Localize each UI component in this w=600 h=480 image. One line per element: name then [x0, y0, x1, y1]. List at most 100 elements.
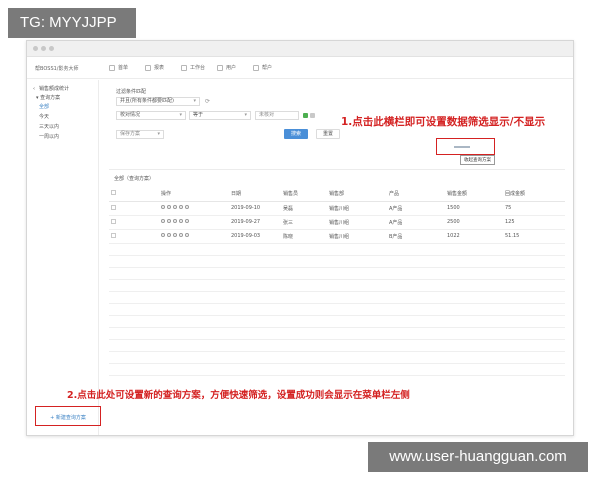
chevron-down-icon: ▾	[36, 95, 39, 101]
nav-label: 用户	[226, 65, 237, 71]
select-all-checkbox[interactable]	[111, 190, 116, 196]
delete-icon[interactable]	[185, 205, 189, 209]
row-checkbox[interactable]	[111, 232, 116, 238]
account-icon	[253, 64, 259, 71]
window-minimize-dot[interactable]	[41, 46, 46, 51]
window-close-dot[interactable]	[33, 46, 38, 51]
cell-collected: 75	[503, 201, 565, 216]
sidebar-title: 销售额成统计	[39, 86, 70, 92]
saved-scheme-select[interactable]: 保存方案 ▾	[116, 130, 164, 139]
match-mode-select[interactable]: 并且(所有条件都要匹配) ▾	[116, 97, 200, 106]
search-icon[interactable]	[161, 233, 165, 237]
sidebar-item-today[interactable]: 今天	[39, 113, 49, 120]
home-icon	[109, 64, 115, 71]
view-icon[interactable]	[179, 205, 183, 209]
chevron-down-icon: ▾	[244, 112, 247, 118]
filter-title: 过滤条件匹配	[116, 89, 147, 95]
table-row[interactable]: 2019-09-03 陈晓 销售川组 B产品 1022 51.15	[109, 229, 565, 244]
sidebar-item-one-week[interactable]: 一周以内	[39, 133, 59, 140]
nav-workbench[interactable]: 工作台	[181, 64, 217, 71]
row-select-cell	[109, 229, 159, 244]
column-header-date[interactable]: 日期	[229, 187, 281, 202]
search-icon[interactable]	[161, 219, 165, 223]
table-row-empty	[109, 363, 565, 376]
cell-date: 2019-09-10	[229, 201, 281, 216]
window-maximize-dot[interactable]	[49, 46, 54, 51]
value-input[interactable]: 未核对	[255, 111, 299, 120]
row-checkbox[interactable]	[111, 218, 116, 224]
row-select-cell	[109, 215, 159, 230]
column-header-amount[interactable]: 销售金额	[445, 187, 503, 202]
delete-icon[interactable]	[185, 219, 189, 223]
sidebar-section-label: 查询方案	[40, 95, 61, 101]
chevron-left-icon[interactable]: ‹	[33, 86, 35, 92]
cell-product: A产品	[387, 201, 445, 216]
sidebar-header[interactable]: ‹ 销售额成统计	[33, 85, 70, 93]
chevron-down-icon: ▾	[157, 131, 160, 137]
table-header-row: 操作 日期 销售员 销售部 产品 销售金额 回成金额	[109, 187, 565, 202]
site-watermark: www.user-huangguan.com	[368, 442, 588, 472]
cell-date: 2019-09-03	[229, 229, 281, 244]
table-row-empty	[109, 327, 565, 340]
nav-home[interactable]: 首单	[109, 64, 145, 71]
table-row-empty	[109, 267, 565, 280]
add-condition-icon[interactable]	[303, 113, 308, 118]
column-header-salesperson[interactable]: 销售员	[281, 187, 327, 202]
search-button[interactable]: 搜索	[284, 129, 308, 139]
annotation-new-scheme-note: 2.点击此处可设置新的查询方案，方便快速筛选，设置成功则会显示在菜单栏左侧	[67, 390, 410, 401]
column-header-product[interactable]: 产品	[387, 187, 445, 202]
view-icon[interactable]	[179, 233, 183, 237]
row-select-cell	[109, 201, 159, 216]
table-row-empty	[109, 279, 565, 292]
table-row-empty	[109, 291, 565, 304]
sidebar-item-three-days[interactable]: 三天以内	[39, 123, 59, 130]
cell-dept: 销售川组	[327, 215, 387, 230]
data-table: 操作 日期 销售员 销售部 产品 销售金额 回成金额 2019-09-10 吴磊…	[109, 187, 565, 376]
remove-condition-icon[interactable]	[310, 113, 315, 118]
chevron-down-icon: ▾	[179, 112, 182, 118]
nav-users[interactable]: 用户	[217, 64, 253, 71]
sidebar-item-all[interactable]: 全部	[39, 103, 49, 110]
row-actions	[159, 229, 229, 244]
annotation-toggle-note: 1.点击此横栏即可设置数据筛选显示/不显示	[341, 116, 546, 128]
copy-icon[interactable]	[173, 219, 177, 223]
row-checkbox[interactable]	[111, 204, 116, 210]
copy-icon[interactable]	[173, 205, 177, 209]
cell-salesperson: 张三	[281, 215, 327, 230]
cell-amount: 2500	[445, 215, 503, 230]
main-panel: 过滤条件匹配 并且(所有条件都要匹配) ▾ ⟳ 校对情况 ▾ 等于 ▾ 未核对 …	[67, 83, 569, 433]
table-row[interactable]: 2019-09-10 吴磊 销售川组 A产品 1500 75	[109, 201, 565, 216]
app-window: 帮BOSS1/影务大师 首单 报表 工作台 用户 帮户 ‹ 销售额成统计 ▾ 查…	[26, 40, 574, 436]
search-icon[interactable]	[161, 205, 165, 209]
column-header-collected[interactable]: 回成金额	[503, 187, 565, 202]
nav-reports[interactable]: 报表	[145, 64, 181, 71]
cell-product: A产品	[387, 215, 445, 230]
view-icon[interactable]	[179, 219, 183, 223]
cell-amount: 1500	[445, 201, 503, 216]
app-brand: 帮BOSS1/影务大师	[35, 66, 79, 72]
cell-collected: 51.15	[503, 229, 565, 244]
field-select[interactable]: 校对情况 ▾	[116, 111, 186, 120]
edit-icon[interactable]	[167, 205, 171, 209]
refresh-icon[interactable]: ⟳	[205, 98, 210, 105]
reset-button[interactable]: 重置	[316, 129, 340, 139]
table-row[interactable]: 2019-09-27 张三 销售川组 A产品 2500 125	[109, 215, 565, 230]
table-row-empty	[109, 351, 565, 364]
copy-icon[interactable]	[173, 233, 177, 237]
nav-accounts[interactable]: 帮户	[253, 64, 289, 71]
filter-toggle-bar[interactable]	[454, 146, 470, 148]
edit-icon[interactable]	[167, 233, 171, 237]
chevron-down-icon: ▾	[193, 98, 196, 104]
column-header-actions: 操作	[159, 187, 229, 202]
delete-icon[interactable]	[185, 233, 189, 237]
app-header: 帮BOSS1/影务大师 首单 报表 工作台 用户 帮户	[27, 57, 573, 79]
sidebar: ‹ 销售额成统计 ▾ 查询方案 全部 今天 三天以内 一周以内 + 新建查询方案	[27, 80, 101, 435]
edit-icon[interactable]	[167, 219, 171, 223]
user-icon	[217, 64, 223, 71]
cell-collected: 125	[503, 215, 565, 230]
operator-select[interactable]: 等于 ▾	[189, 111, 251, 120]
toggle-tooltip: 收起查询方案	[460, 155, 495, 165]
cell-salesperson: 陈晓	[281, 229, 327, 244]
column-header-dept[interactable]: 销售部	[327, 187, 387, 202]
sidebar-section-schemes[interactable]: ▾ 查询方案	[36, 94, 60, 101]
